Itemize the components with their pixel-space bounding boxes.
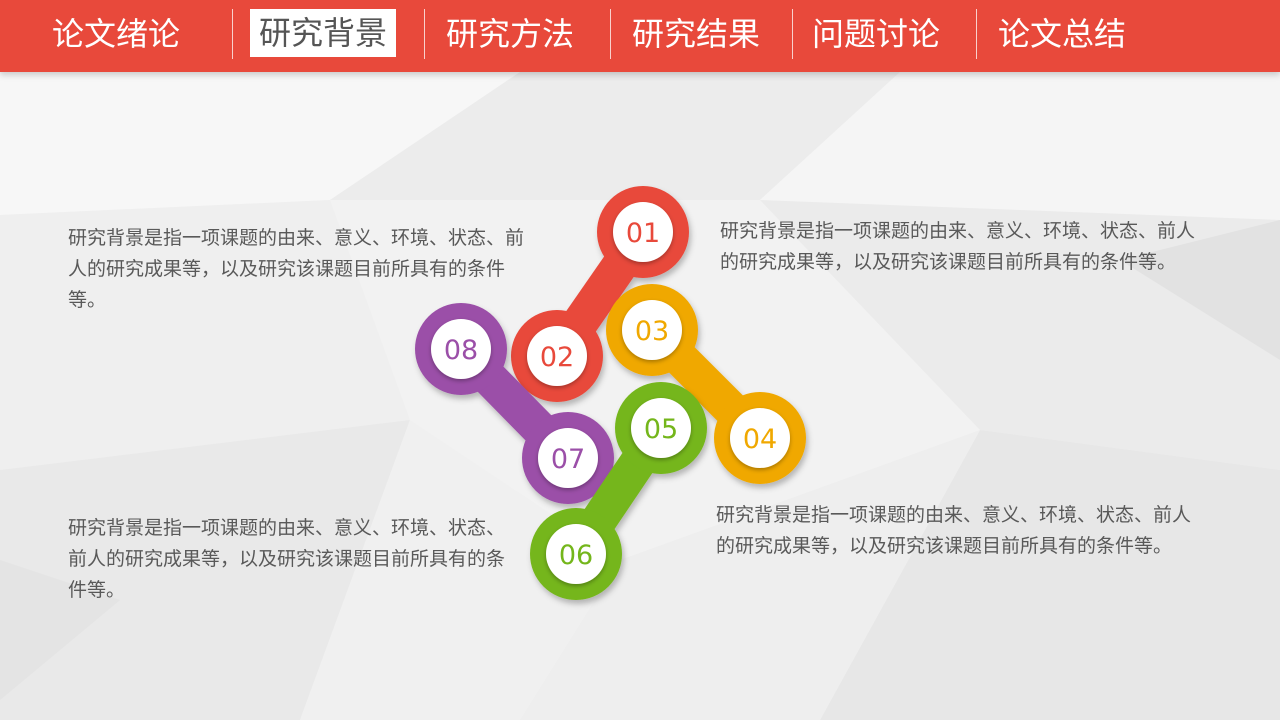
node-01-label: 01 bbox=[626, 218, 660, 249]
node-01: 01 bbox=[613, 202, 673, 262]
node-06-label: 06 bbox=[559, 540, 593, 571]
node-08: 08 bbox=[431, 319, 491, 379]
node-03: 03 bbox=[622, 300, 682, 360]
node-02-label: 02 bbox=[540, 342, 574, 373]
node-07: 07 bbox=[538, 428, 598, 488]
node-04-label: 04 bbox=[743, 424, 777, 455]
node-07-label: 07 bbox=[551, 444, 585, 475]
process-diagram: 01 02 03 04 05 06 07 08 bbox=[415, 186, 806, 600]
node-05: 05 bbox=[631, 398, 691, 458]
node-08-label: 08 bbox=[444, 335, 478, 366]
node-03-label: 03 bbox=[635, 316, 669, 347]
node-02: 02 bbox=[527, 326, 587, 386]
node-05-label: 05 bbox=[644, 414, 678, 445]
node-06: 06 bbox=[546, 524, 606, 584]
node-04: 04 bbox=[730, 408, 790, 468]
